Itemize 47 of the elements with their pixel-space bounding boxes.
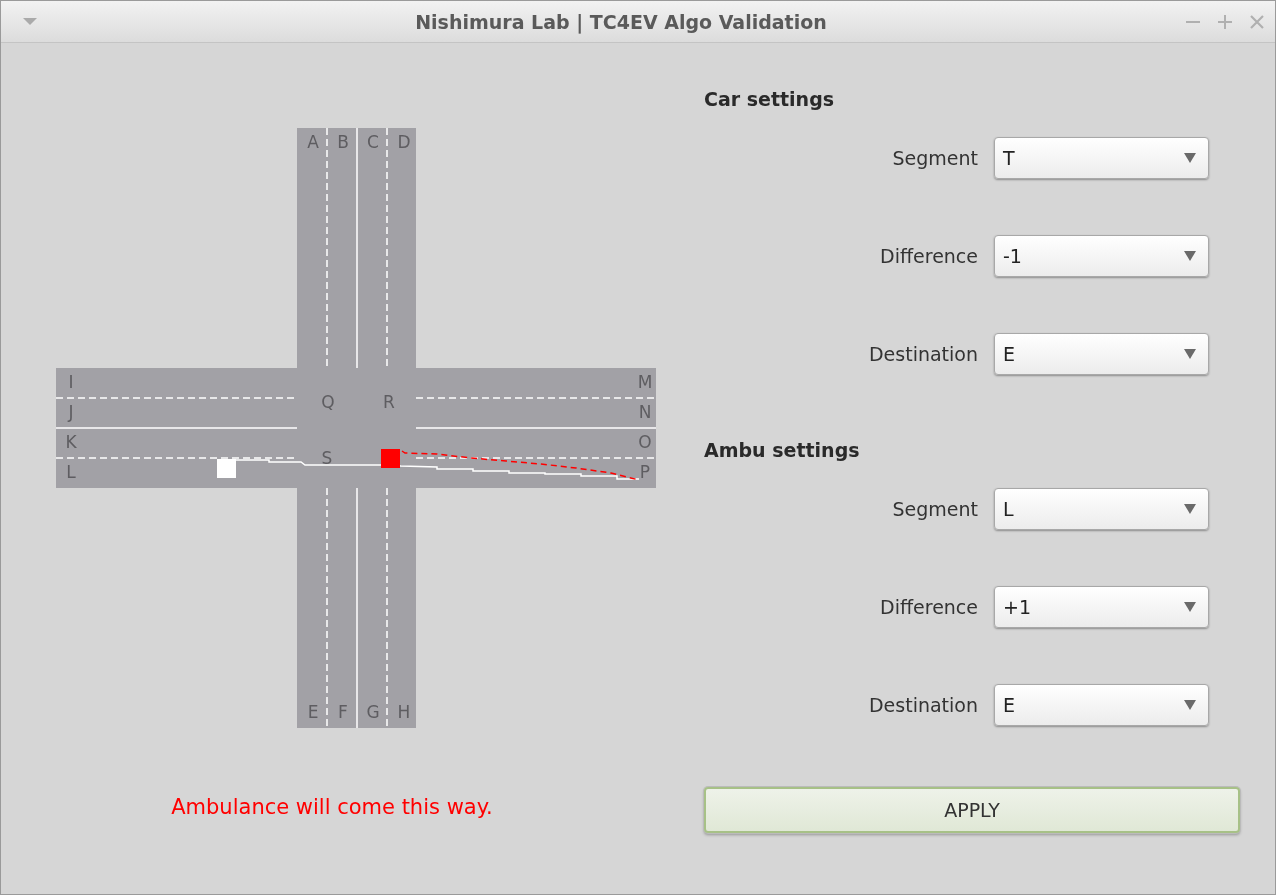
lane-label: E	[307, 702, 319, 722]
status-message: Ambulance will come this way.	[170, 795, 494, 819]
lane-label: P	[639, 462, 651, 482]
dropdown-arrow-icon	[1184, 601, 1196, 613]
lane-label: B	[337, 132, 349, 152]
lane-label: N	[638, 402, 652, 422]
lane-label: K	[65, 432, 77, 452]
lane-label: G	[366, 702, 380, 722]
lane-label: R	[383, 392, 395, 412]
window-title: Nishimura Lab | TC4EV Algo Validation	[414, 10, 828, 33]
dropdown[interactable]: +1	[994, 586, 1209, 628]
section-heading: Ambu settings	[704, 438, 861, 463]
dropdown-arrow-icon	[1184, 250, 1196, 262]
dropdown-arrow-icon	[1184, 503, 1196, 515]
dropdown[interactable]: L	[994, 488, 1209, 530]
dropdown[interactable]: E	[994, 684, 1209, 726]
lane-label: I	[68, 372, 74, 392]
field-label: Segment	[892, 498, 978, 520]
dropdown[interactable]: -1	[994, 235, 1209, 277]
section-heading: Car settings	[704, 87, 836, 112]
lane-label: A	[307, 132, 319, 152]
field-label: Difference	[880, 596, 978, 618]
lane-label: O	[638, 432, 652, 452]
lane-label: Q	[321, 392, 335, 412]
field-label: Difference	[880, 245, 978, 267]
dropdown[interactable]: E	[994, 333, 1209, 375]
lane-label: H	[397, 702, 411, 722]
dropdown-arrow-icon	[1184, 152, 1196, 164]
lane-label: S	[321, 448, 333, 468]
apply-button[interactable]: APPLY	[704, 787, 1240, 833]
car-marker	[217, 459, 236, 478]
lane-label: D	[397, 132, 411, 152]
field-label: Destination	[868, 694, 978, 716]
dropdown-arrow-icon	[1184, 699, 1196, 711]
lane-label: L	[66, 462, 76, 482]
dropdown-arrow-icon	[1184, 348, 1196, 360]
maximize-icon[interactable]	[1217, 13, 1233, 30]
lane-label: J	[68, 402, 74, 422]
close-icon[interactable]	[1249, 13, 1265, 30]
field-label: Segment	[892, 147, 978, 169]
lane-label: C	[367, 132, 379, 152]
dropdown[interactable]: T	[994, 137, 1209, 179]
field-label: Destination	[868, 343, 978, 365]
lane-label: F	[338, 702, 348, 722]
ambulance-marker	[381, 449, 400, 468]
caret-icon[interactable]	[23, 17, 37, 26]
lane-label: M	[637, 372, 653, 392]
